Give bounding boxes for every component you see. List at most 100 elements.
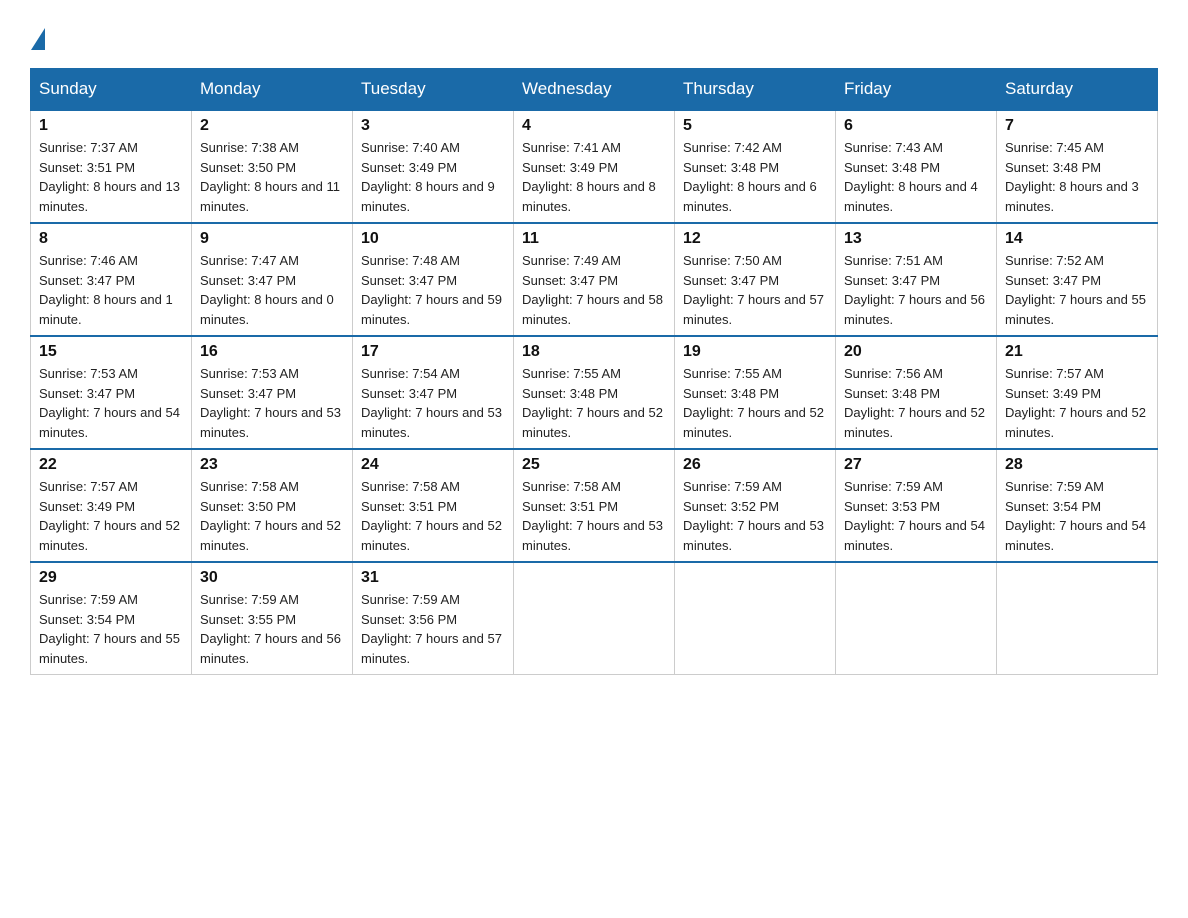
day-info: Sunrise: 7:54 AMSunset: 3:47 PMDaylight:… — [361, 364, 505, 442]
calendar-day-cell — [836, 562, 997, 675]
calendar-day-cell: 25 Sunrise: 7:58 AMSunset: 3:51 PMDayligh… — [514, 449, 675, 562]
calendar-day-cell: 23 Sunrise: 7:58 AMSunset: 3:50 PMDayligh… — [192, 449, 353, 562]
calendar-day-cell: 8Sunrise: 7:46 AMSunset: 3:47 PMDaylight… — [31, 223, 192, 336]
day-info: Sunrise: 7:57 AMSunset: 3:49 PMDaylight:… — [1005, 364, 1149, 442]
day-info: Sunrise: 7:51 AMSunset: 3:47 PMDaylight:… — [844, 251, 988, 329]
day-info: Sunrise: 7:55 AMSunset: 3:48 PMDaylight:… — [522, 364, 666, 442]
calendar-day-cell — [514, 562, 675, 675]
calendar-day-cell: 12 Sunrise: 7:50 AMSunset: 3:47 PMDayligh… — [675, 223, 836, 336]
calendar-day-cell: 1Sunrise: 7:37 AMSunset: 3:51 PMDaylight… — [31, 110, 192, 223]
day-info: Sunrise: 7:58 AMSunset: 3:51 PMDaylight:… — [361, 477, 505, 555]
day-number: 20 — [844, 343, 988, 361]
day-info: Sunrise: 7:53 AMSunset: 3:47 PMDaylight:… — [200, 364, 344, 442]
day-number: 29 — [39, 569, 183, 587]
day-number: 19 — [683, 343, 827, 361]
page-header — [30, 20, 1158, 50]
calendar-day-cell: 24 Sunrise: 7:58 AMSunset: 3:51 PMDayligh… — [353, 449, 514, 562]
day-number: 22 — [39, 456, 183, 474]
col-sunday: Sunday — [31, 69, 192, 111]
day-info: Sunrise: 7:59 AMSunset: 3:52 PMDaylight:… — [683, 477, 827, 555]
calendar-day-cell: 3 Sunrise: 7:40 AMSunset: 3:49 PMDaylight… — [353, 110, 514, 223]
calendar-day-cell: 22 Sunrise: 7:57 AMSunset: 3:49 PMDayligh… — [31, 449, 192, 562]
day-number: 12 — [683, 230, 827, 248]
day-info: Sunrise: 7:56 AMSunset: 3:48 PMDaylight:… — [844, 364, 988, 442]
calendar-day-cell — [675, 562, 836, 675]
col-tuesday: Tuesday — [353, 69, 514, 111]
calendar-day-cell: 28Sunrise: 7:59 AMSunset: 3:54 PMDayligh… — [997, 449, 1158, 562]
day-info: Sunrise: 7:43 AMSunset: 3:48 PMDaylight:… — [844, 138, 988, 216]
calendar-day-cell: 7 Sunrise: 7:45 AMSunset: 3:48 PMDaylight… — [997, 110, 1158, 223]
day-number: 23 — [200, 456, 344, 474]
day-info: Sunrise: 7:58 AMSunset: 3:50 PMDaylight:… — [200, 477, 344, 555]
day-number: 2 — [200, 117, 344, 135]
day-number: 14 — [1005, 230, 1149, 248]
day-number: 17 — [361, 343, 505, 361]
day-info: Sunrise: 7:47 AMSunset: 3:47 PMDaylight:… — [200, 251, 344, 329]
day-number: 16 — [200, 343, 344, 361]
logo — [30, 28, 46, 50]
calendar-week-row: 22 Sunrise: 7:57 AMSunset: 3:49 PMDayligh… — [31, 449, 1158, 562]
calendar-day-cell: 6 Sunrise: 7:43 AMSunset: 3:48 PMDaylight… — [836, 110, 997, 223]
calendar-day-cell: 16 Sunrise: 7:53 AMSunset: 3:47 PMDayligh… — [192, 336, 353, 449]
day-info: Sunrise: 7:40 AMSunset: 3:49 PMDaylight:… — [361, 138, 505, 216]
day-number: 6 — [844, 117, 988, 135]
day-number: 15 — [39, 343, 183, 361]
calendar-day-cell: 20 Sunrise: 7:56 AMSunset: 3:48 PMDayligh… — [836, 336, 997, 449]
calendar-day-cell: 26Sunrise: 7:59 AMSunset: 3:52 PMDayligh… — [675, 449, 836, 562]
day-info: Sunrise: 7:59 AMSunset: 3:56 PMDaylight:… — [361, 590, 505, 668]
day-info: Sunrise: 7:59 AMSunset: 3:54 PMDaylight:… — [39, 590, 183, 668]
day-number: 3 — [361, 117, 505, 135]
day-info: Sunrise: 7:52 AMSunset: 3:47 PMDaylight:… — [1005, 251, 1149, 329]
day-info: Sunrise: 7:41 AMSunset: 3:49 PMDaylight:… — [522, 138, 666, 216]
calendar-week-row: 15 Sunrise: 7:53 AMSunset: 3:47 PMDayligh… — [31, 336, 1158, 449]
day-number: 9 — [200, 230, 344, 248]
col-friday: Friday — [836, 69, 997, 111]
day-info: Sunrise: 7:49 AMSunset: 3:47 PMDaylight:… — [522, 251, 666, 329]
calendar-day-cell: 9 Sunrise: 7:47 AMSunset: 3:47 PMDaylight… — [192, 223, 353, 336]
day-info: Sunrise: 7:55 AMSunset: 3:48 PMDaylight:… — [683, 364, 827, 442]
logo-triangle-icon — [31, 28, 45, 50]
day-info: Sunrise: 7:57 AMSunset: 3:49 PMDaylight:… — [39, 477, 183, 555]
calendar-day-cell: 4 Sunrise: 7:41 AMSunset: 3:49 PMDaylight… — [514, 110, 675, 223]
day-number: 10 — [361, 230, 505, 248]
day-info: Sunrise: 7:58 AMSunset: 3:51 PMDaylight:… — [522, 477, 666, 555]
calendar-day-cell: 13 Sunrise: 7:51 AMSunset: 3:47 PMDayligh… — [836, 223, 997, 336]
day-number: 7 — [1005, 117, 1149, 135]
day-info: Sunrise: 7:38 AMSunset: 3:50 PMDaylight:… — [200, 138, 344, 216]
day-number: 5 — [683, 117, 827, 135]
calendar-week-row: 1Sunrise: 7:37 AMSunset: 3:51 PMDaylight… — [31, 110, 1158, 223]
day-number: 13 — [844, 230, 988, 248]
col-thursday: Thursday — [675, 69, 836, 111]
calendar-day-cell: 5 Sunrise: 7:42 AMSunset: 3:48 PMDaylight… — [675, 110, 836, 223]
day-info: Sunrise: 7:53 AMSunset: 3:47 PMDaylight:… — [39, 364, 183, 442]
day-info: Sunrise: 7:50 AMSunset: 3:47 PMDaylight:… — [683, 251, 827, 329]
day-info: Sunrise: 7:59 AMSunset: 3:53 PMDaylight:… — [844, 477, 988, 555]
col-wednesday: Wednesday — [514, 69, 675, 111]
day-number: 24 — [361, 456, 505, 474]
calendar-header-row: Sunday Monday Tuesday Wednesday Thursday… — [31, 69, 1158, 111]
day-info: Sunrise: 7:59 AMSunset: 3:54 PMDaylight:… — [1005, 477, 1149, 555]
day-number: 4 — [522, 117, 666, 135]
day-info: Sunrise: 7:37 AMSunset: 3:51 PMDaylight:… — [39, 138, 183, 216]
day-number: 8 — [39, 230, 183, 248]
calendar-week-row: 29 Sunrise: 7:59 AMSunset: 3:54 PMDayligh… — [31, 562, 1158, 675]
day-number: 30 — [200, 569, 344, 587]
col-monday: Monday — [192, 69, 353, 111]
calendar-table: Sunday Monday Tuesday Wednesday Thursday… — [30, 68, 1158, 675]
calendar-week-row: 8Sunrise: 7:46 AMSunset: 3:47 PMDaylight… — [31, 223, 1158, 336]
day-number: 27 — [844, 456, 988, 474]
day-info: Sunrise: 7:48 AMSunset: 3:47 PMDaylight:… — [361, 251, 505, 329]
calendar-day-cell: 30 Sunrise: 7:59 AMSunset: 3:55 PMDayligh… — [192, 562, 353, 675]
col-saturday: Saturday — [997, 69, 1158, 111]
day-number: 18 — [522, 343, 666, 361]
day-number: 25 — [522, 456, 666, 474]
calendar-day-cell: 2 Sunrise: 7:38 AMSunset: 3:50 PMDaylight… — [192, 110, 353, 223]
calendar-day-cell: 14 Sunrise: 7:52 AMSunset: 3:47 PMDayligh… — [997, 223, 1158, 336]
calendar-day-cell: 11Sunrise: 7:49 AMSunset: 3:47 PMDayligh… — [514, 223, 675, 336]
day-info: Sunrise: 7:45 AMSunset: 3:48 PMDaylight:… — [1005, 138, 1149, 216]
calendar-day-cell: 21Sunrise: 7:57 AMSunset: 3:49 PMDayligh… — [997, 336, 1158, 449]
day-number: 31 — [361, 569, 505, 587]
day-info: Sunrise: 7:42 AMSunset: 3:48 PMDaylight:… — [683, 138, 827, 216]
calendar-day-cell: 10 Sunrise: 7:48 AMSunset: 3:47 PMDayligh… — [353, 223, 514, 336]
day-info: Sunrise: 7:59 AMSunset: 3:55 PMDaylight:… — [200, 590, 344, 668]
